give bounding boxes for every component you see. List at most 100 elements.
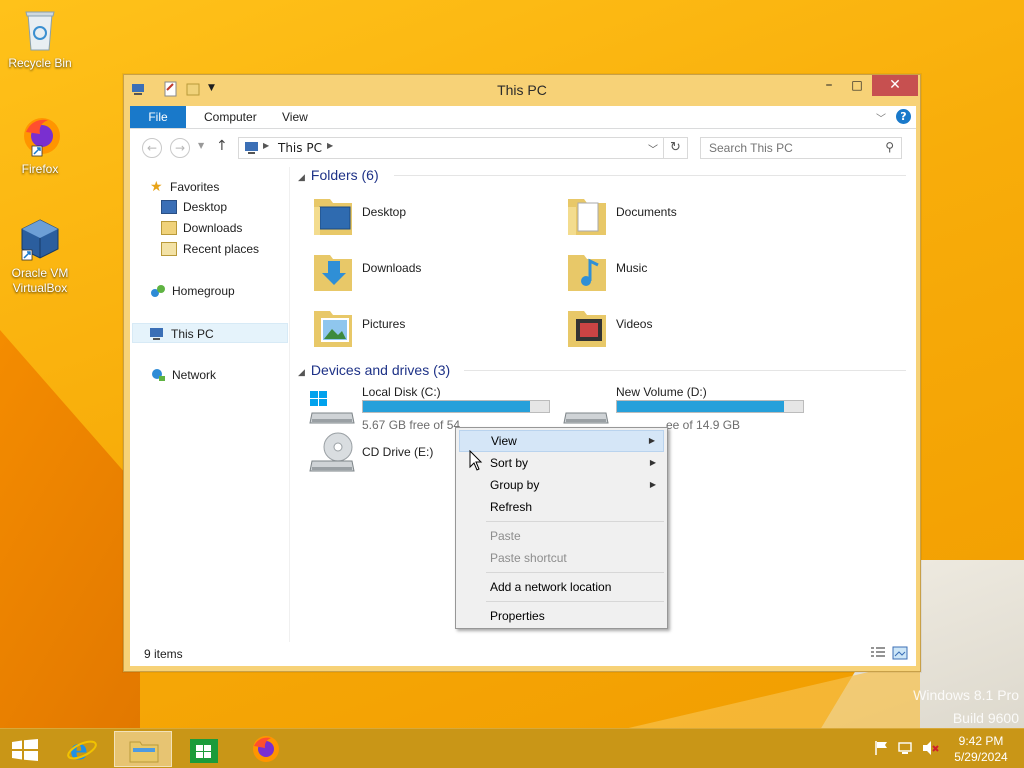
tab-computer[interactable]: Computer	[190, 106, 271, 128]
menu-item-view[interactable]: View ▶	[459, 430, 664, 452]
clock-time: 9:42 PM	[958, 734, 1004, 748]
menu-item-paste-shortcut[interactable]: Paste shortcut	[459, 547, 664, 569]
address-dropdown-icon[interactable]: ﹀	[648, 141, 658, 156]
drive-usage-bar	[362, 400, 550, 413]
up-button[interactable]: ↑	[216, 138, 228, 154]
taskbar-store[interactable]	[176, 731, 232, 767]
folder-documents[interactable]: Documents	[566, 191, 806, 243]
recycle-bin-icon	[18, 6, 62, 54]
back-button[interactable]: ←	[142, 138, 162, 158]
nav-network[interactable]: Network	[150, 365, 216, 385]
menu-separator	[486, 601, 664, 602]
drive-usage-fill	[617, 401, 785, 412]
devices-group-header[interactable]: ◢ Devices and drives (3)	[298, 360, 450, 380]
tab-file[interactable]: File	[130, 106, 186, 128]
menu-label: Add a network location	[490, 580, 612, 594]
submenu-arrow-icon: ▶	[648, 436, 655, 445]
folder-desktop[interactable]: Desktop	[312, 191, 552, 243]
clock-date: 5/29/2024	[954, 750, 1008, 764]
search-box[interactable]: ⚲	[700, 137, 902, 159]
nav-desktop[interactable]: Desktop	[161, 197, 227, 217]
collapse-icon[interactable]: ◢	[298, 367, 305, 377]
close-button[interactable]: ✕	[872, 75, 918, 96]
nav-this-pc[interactable]: This PC	[132, 323, 288, 343]
menu-item-add-network-location[interactable]: Add a network location	[459, 576, 664, 598]
window-title: This PC	[497, 82, 547, 98]
nav-downloads[interactable]: Downloads	[161, 218, 242, 238]
folder-videos[interactable]: Videos	[566, 303, 806, 355]
drive-free-space: ee of 14.9 GB	[666, 418, 741, 432]
desktop-icon-recycle-bin[interactable]: Recycle Bin	[0, 6, 80, 71]
taskbar-firefox[interactable]	[238, 731, 294, 767]
breadcrumb-separator-icon[interactable]: ▶	[327, 141, 333, 150]
network-status-icon[interactable]	[898, 740, 914, 759]
menu-item-sort-by[interactable]: Sort by ▶	[459, 452, 664, 474]
recent-locations-icon[interactable]: ▼	[198, 141, 204, 150]
action-center-flag-icon[interactable]	[874, 740, 890, 759]
nav-label: Homegroup	[172, 284, 235, 298]
taskbar-internet-explorer[interactable]: e	[54, 731, 110, 767]
menu-item-refresh[interactable]: Refresh	[459, 496, 664, 518]
group-title: Devices and drives (3)	[310, 362, 451, 378]
start-button[interactable]	[0, 731, 56, 767]
drive-name: CD Drive (E:)	[362, 445, 434, 459]
minimize-button[interactable]: –	[816, 75, 842, 96]
music-folder-icon	[566, 247, 610, 295]
downloads-folder-icon	[312, 247, 356, 295]
folder-music[interactable]: Music	[566, 247, 806, 299]
nav-favorites[interactable]: ★ Favorites	[150, 176, 219, 196]
expand-ribbon-icon[interactable]: ﹀	[876, 110, 886, 125]
os-watermark: Windows 8.1 Pro Build 9600	[913, 684, 1019, 728]
search-input[interactable]	[701, 138, 879, 158]
search-icon[interactable]: ⚲	[885, 140, 894, 154]
clock[interactable]: 9:42 PM 5/29/2024	[946, 733, 1016, 765]
help-icon[interactable]: ?	[896, 109, 911, 124]
network-icon	[150, 368, 166, 382]
folders-group-header[interactable]: ◢ Folders (6)	[298, 165, 379, 185]
firefox-icon	[253, 736, 279, 762]
store-icon	[190, 739, 218, 763]
menu-label: Sort by	[490, 456, 529, 470]
collapse-icon[interactable]: ◢	[298, 172, 305, 182]
cd-drive-icon	[308, 431, 356, 480]
menu-item-properties[interactable]: Properties	[459, 605, 664, 627]
breadcrumb-separator-icon[interactable]: ▶	[263, 141, 269, 150]
refresh-button[interactable]: ↻	[664, 137, 688, 159]
drive-usage-bar	[616, 400, 804, 413]
mouse-cursor-icon	[469, 449, 483, 475]
breadcrumb-this-pc[interactable]: This PC	[278, 141, 322, 155]
taskbar-file-explorer[interactable]	[114, 731, 172, 767]
folder-downloads[interactable]: Downloads	[312, 247, 552, 299]
title-bar[interactable]: ▼ This PC – □ ✕	[124, 75, 920, 105]
drive-name: Local Disk (C:)	[362, 385, 441, 399]
desktop-icon-firefox[interactable]: Firefox	[0, 112, 80, 177]
homegroup-icon	[150, 284, 166, 298]
drive-usage-fill	[363, 401, 531, 412]
maximize-button[interactable]: □	[844, 75, 870, 96]
large-icons-view-icon[interactable]	[892, 646, 908, 663]
navigation-pane: ★ Favorites Desktop Downloads Recent plac…	[130, 167, 290, 642]
nav-label: This PC	[171, 327, 214, 341]
videos-folder-icon	[566, 303, 610, 351]
drive-name: New Volume (D:)	[616, 385, 707, 399]
forward-button[interactable]: →	[170, 138, 190, 158]
star-icon: ★	[150, 178, 163, 194]
menu-item-group-by[interactable]: Group by ▶	[459, 474, 664, 496]
folder-name: Music	[616, 261, 648, 275]
desktop-folder-icon	[312, 191, 356, 239]
nav-homegroup[interactable]: Homegroup	[150, 281, 235, 301]
menu-item-paste[interactable]: Paste	[459, 525, 664, 547]
tab-view[interactable]: View	[268, 106, 322, 128]
volume-muted-icon[interactable]	[922, 740, 940, 759]
desktop-icon-virtualbox[interactable]: Oracle VM VirtualBox	[0, 216, 80, 296]
folder-name: Documents	[616, 205, 677, 219]
folder-pictures[interactable]: Pictures	[312, 303, 552, 355]
details-view-icon[interactable]	[870, 646, 886, 663]
desktop-icon	[161, 200, 177, 214]
internet-explorer-icon: e	[67, 734, 97, 764]
wallpaper-shape	[0, 330, 140, 728]
nav-label: Downloads	[183, 221, 243, 235]
nav-recent-places[interactable]: Recent places	[161, 239, 259, 259]
address-bar[interactable]: ▶ This PC ▶ ﹀	[238, 137, 664, 159]
menu-separator	[486, 521, 664, 522]
